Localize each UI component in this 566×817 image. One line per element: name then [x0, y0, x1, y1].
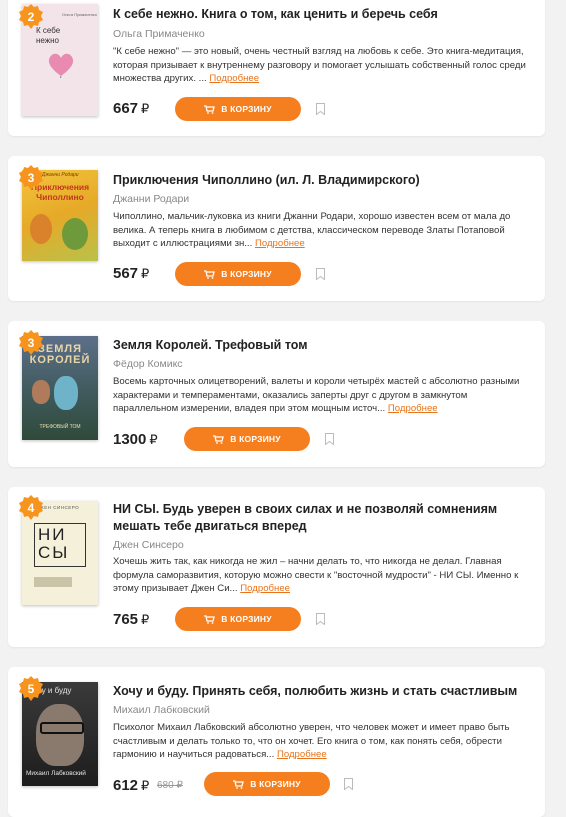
more-link[interactable]: Подробнее — [209, 73, 259, 84]
more-link[interactable]: Подробнее — [240, 583, 290, 594]
add-to-cart-button[interactable]: В КОРЗИНУ — [175, 97, 301, 121]
book-title[interactable]: Земля Королей. Трефовый том — [113, 337, 523, 354]
rank-badge: 4 — [18, 495, 44, 521]
book-description: Чиполлино, мальчик-луковка из книги Джан… — [113, 211, 511, 249]
book-card: 3 ЗЕМЛЯ КОРОЛЕЙ ТРЕФОВЫЙ ТОМ Земля Корол… — [8, 321, 545, 467]
price: 667 ₽ — [113, 100, 150, 117]
bookmark-icon[interactable] — [325, 433, 334, 445]
book-card: 2 К себе нежно Ольга Примаченко К себе н… — [8, 0, 545, 136]
cover-title: СЫ — [38, 543, 70, 562]
book-title[interactable]: К себе нежно. Книга о том, как ценить и … — [113, 6, 523, 23]
cover-title: НИ — [38, 525, 67, 544]
heart-icon — [48, 53, 74, 78]
price: 765 ₽ — [113, 611, 150, 628]
rank-badge: 3 — [18, 330, 44, 356]
rank-number: 4 — [27, 501, 35, 515]
book-author[interactable]: Джанни Родари — [113, 193, 189, 205]
price: 612 ₽ — [113, 777, 150, 794]
cover-author: Ольга Примаченко — [62, 12, 97, 17]
rank-badge: 2 — [18, 4, 44, 30]
bookmark-icon[interactable] — [316, 613, 325, 625]
rank-badge: 5 — [18, 676, 44, 702]
cart-icon — [213, 434, 225, 444]
rank-number: 3 — [27, 336, 35, 350]
add-to-cart-button[interactable]: В КОРЗИНУ — [175, 262, 301, 286]
old-price: 680 ₽ — [157, 780, 183, 791]
rank-number: 3 — [27, 171, 35, 185]
more-link[interactable]: Подробнее — [277, 749, 327, 760]
more-link[interactable]: Подробнее — [388, 403, 438, 414]
bookmark-icon[interactable] — [316, 103, 325, 115]
book-author[interactable]: Михаил Лабковский — [113, 704, 210, 716]
price: 567 ₽ — [113, 265, 150, 282]
cart-icon — [233, 779, 245, 789]
book-author[interactable]: Фёдор Комикс — [113, 358, 183, 370]
book-author[interactable]: Ольга Примаченко — [113, 28, 205, 40]
cover-author: Михаил Лабковский — [26, 770, 86, 777]
book-description: Хочешь жить так, как никогда не жил – на… — [113, 556, 519, 594]
book-title[interactable]: Хочу и буду. Принять себя, полюбить жизн… — [113, 683, 523, 700]
price: 1300 ₽ — [113, 431, 158, 448]
rank-number: 5 — [27, 682, 35, 696]
cart-icon — [204, 104, 216, 114]
bookmark-icon[interactable] — [344, 778, 353, 790]
rank-badge: 3 — [18, 165, 44, 191]
book-description: Восемь карточных олицетворений, валеты и… — [113, 376, 520, 414]
rank-number: 2 — [27, 10, 35, 24]
cart-icon — [204, 614, 216, 624]
book-description: Психолог Михаил Лабковский абсолютно уве… — [113, 722, 510, 760]
bookmark-icon[interactable] — [316, 268, 325, 280]
book-card: 4 ДЖЕН СИНСЕРО НИ СЫ НИ СЫ. Будь уверен … — [8, 487, 545, 647]
cart-icon — [204, 269, 216, 279]
add-to-cart-button[interactable]: В КОРЗИНУ — [175, 607, 301, 631]
add-to-cart-button[interactable]: В КОРЗИНУ — [184, 427, 310, 451]
book-card: 5 Хочу и буду Михаил Лабковский Хочу и б… — [8, 667, 545, 817]
book-card: 3 Джанни Родари Приключения Чиполлино Пр… — [8, 156, 545, 301]
cover-author: Джанни Родари — [42, 172, 79, 178]
book-title[interactable]: Приключения Чиполлино (ил. Л. Владимирск… — [113, 172, 523, 189]
book-description: "К себе нежно" — это новый, очень честны… — [113, 46, 526, 84]
add-to-cart-button[interactable]: В КОРЗИНУ — [204, 772, 330, 796]
book-author[interactable]: Джен Синсеро — [113, 539, 184, 551]
more-link[interactable]: Подробнее — [255, 238, 305, 249]
book-title[interactable]: НИ СЫ. Будь уверен в своих силах и не по… — [113, 501, 523, 535]
cover-subtitle: ТРЕФОВЫЙ ТОМ — [39, 424, 81, 430]
